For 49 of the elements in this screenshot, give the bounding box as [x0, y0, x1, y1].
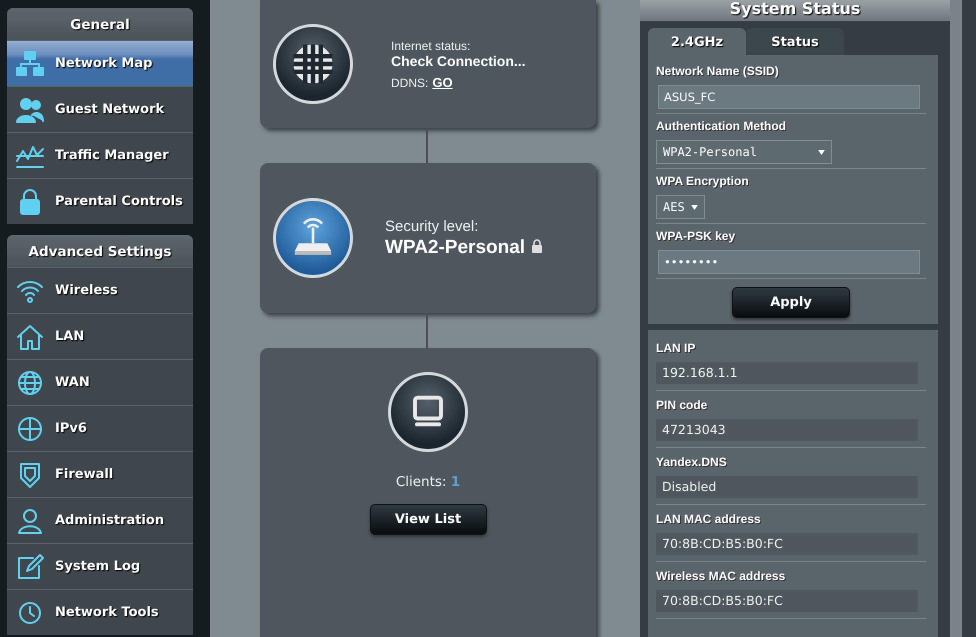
info-value: 70:8B:CD:B5:B0:FC	[656, 533, 918, 555]
info-label: LAN MAC address	[656, 511, 762, 528]
info-value: 70:8B:CD:B5:B0:FC	[656, 590, 918, 612]
caret-icon	[818, 150, 825, 154]
sidebar-item[interactable]: WAN	[7, 359, 193, 405]
info-label: Wireless MAC address	[656, 568, 786, 585]
dropdown[interactable]: WPA2-Personal	[656, 140, 832, 164]
dropdown[interactable]: AES	[656, 195, 705, 219]
sidebar-item[interactable]: Firewall	[7, 451, 193, 497]
sidebar-section-title: Advanced Settings	[7, 235, 193, 267]
security-level-value: WPA2-Personal	[385, 236, 526, 258]
sidebar-item[interactable]: LAN	[7, 313, 193, 359]
info-value: Disabled	[656, 476, 918, 498]
info-label: PIN code	[656, 397, 708, 414]
sidebar-item[interactable]: System Log	[7, 543, 193, 589]
clients-label: Clients:	[396, 474, 446, 490]
clients-count: 1	[450, 474, 460, 490]
internet-status-value: Check Connection...	[391, 52, 526, 68]
text-field[interactable]: ASUS_FC	[658, 85, 920, 109]
sidebar-item[interactable]: Network Tools	[7, 589, 193, 635]
sidebar-item[interactable]: IPv6	[7, 405, 193, 451]
panel-title: System Status	[640, 0, 950, 21]
ddns-go-link[interactable]: GO	[432, 74, 453, 90]
ddns-label: DDNS:	[391, 76, 428, 90]
sidebar-item[interactable]: Wireless	[7, 267, 193, 313]
field-label: Network Name (SSID)	[656, 63, 780, 80]
info-label: LAN IP	[656, 340, 696, 357]
sidebar-item[interactable]: Network Map	[7, 40, 193, 86]
network-icon	[15, 48, 45, 78]
tab[interactable]: 2.4GHz	[648, 28, 746, 55]
text-field[interactable]: ••••••••	[658, 250, 920, 274]
caret-icon	[690, 204, 698, 210]
info-label: Yandex.DNS	[656, 454, 728, 471]
sidebar-item[interactable]: Parental Controls	[7, 178, 193, 224]
security-level-label: Security level:	[385, 218, 480, 234]
sidebar-section-title: General	[7, 8, 193, 40]
view-list-button[interactable]: View List	[370, 504, 486, 535]
sidebar-item[interactable]: Traffic Manager	[7, 132, 193, 178]
tab[interactable]: Status	[746, 28, 844, 55]
apply-button[interactable]: Apply	[732, 287, 850, 318]
padlock-icon	[531, 238, 544, 252]
internet-status-label: Internet status:	[391, 38, 472, 52]
info-value: 192.168.1.1	[656, 362, 918, 384]
sidebar-item[interactable]: Administration	[7, 497, 193, 543]
field-label: Authentication Method	[656, 118, 787, 135]
field-label: WPA-PSK key	[656, 228, 736, 245]
info-value: 47213043	[656, 419, 918, 441]
sidebar-item[interactable]: Guest Network	[7, 86, 193, 132]
field-label: WPA Encryption	[656, 173, 750, 190]
